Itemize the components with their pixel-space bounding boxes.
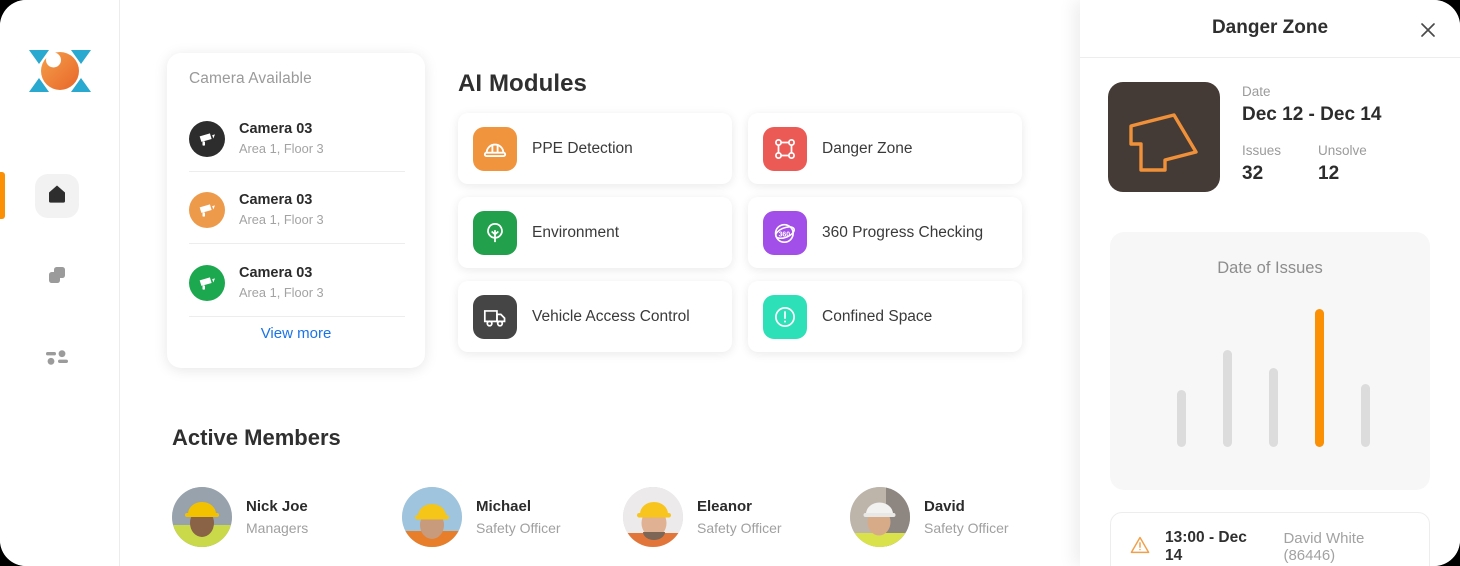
camera-panel-title: Camera Available (189, 70, 312, 87)
member-item[interactable]: Michael Safety Officer (402, 487, 561, 547)
divider (189, 171, 405, 172)
chart-bar-column (1205, 292, 1249, 447)
divider (189, 316, 405, 317)
stat-issues: Issues 32 (1242, 141, 1318, 185)
detail-stats: Date Dec 12 - Dec 14 Issues 32 Unsolve 1… (1242, 82, 1460, 185)
hardhat-icon (473, 126, 517, 171)
ai-module-card[interactable]: PPE Detection (458, 113, 732, 184)
ai-module-label: PPE Detection (532, 139, 633, 157)
issue-alert-row[interactable]: 13:00 - Dec 14 David White (86446) (1110, 512, 1430, 566)
ai-module-card[interactable]: 360 360 Progress Checking (748, 197, 1022, 268)
member-item[interactable]: Eleanor Safety Officer (623, 487, 782, 547)
camera-icon-badge (189, 265, 225, 301)
camera-location: Area 1, Floor 3 (239, 141, 324, 156)
date-label: Date (1242, 84, 1271, 99)
sidebar-item-settings[interactable] (35, 337, 79, 381)
sidebar-item-layers[interactable] (35, 255, 79, 299)
member-name: Michael (476, 497, 532, 515)
chart-bar-column (1251, 292, 1295, 447)
ai-module-label: Confined Space (822, 307, 933, 325)
zone-polygon-icon (763, 126, 807, 171)
ai-modules-title: AI Modules (458, 70, 588, 97)
home-icon (45, 182, 69, 211)
alert-time: 13:00 - Dec 14 (1165, 529, 1247, 564)
chart-bar[interactable] (1314, 309, 1324, 447)
camera-name: Camera 03 (239, 265, 313, 281)
avatar (172, 487, 232, 547)
divider (189, 243, 405, 244)
chart-plot-area: 1315161718 (1110, 292, 1430, 526)
layers-icon (45, 263, 69, 292)
date-of-issues-chart: Date of Issues 1315161718 (1110, 232, 1430, 526)
active-nav-indicator (0, 172, 5, 219)
stat-value: 32 (1242, 163, 1264, 184)
ai-module-label: Environment (532, 223, 620, 241)
avatar (402, 487, 462, 547)
ai-module-card[interactable]: Vehicle Access Control (458, 281, 732, 352)
camera-icon-badge (189, 121, 225, 157)
avatar (623, 487, 683, 547)
member-item[interactable]: David Safety Officer (850, 487, 1009, 547)
avatar (850, 487, 910, 547)
member-role: Managers (246, 519, 309, 536)
active-members-title: Active Members (172, 425, 341, 450)
camera-icon-badge (189, 192, 225, 228)
chart-bar[interactable] (1268, 368, 1278, 447)
chart-bar[interactable] (1222, 350, 1232, 447)
camera-location: Area 1, Floor 3 (239, 285, 324, 300)
360-icon: 360 (763, 210, 807, 255)
alert-person: David White (86446) (1283, 530, 1365, 564)
close-icon[interactable] (1416, 18, 1440, 42)
ai-module-label: 360 Progress Checking (822, 223, 984, 241)
camera-name: Camera 03 (239, 192, 313, 208)
sliders-icon (44, 345, 70, 374)
warning-triangle-icon (1129, 534, 1151, 561)
ai-module-label: Vehicle Access Control (532, 307, 690, 325)
member-role: Safety Officer (476, 519, 561, 536)
detail-panel-header: Danger Zone (1080, 0, 1460, 58)
truck-icon (473, 294, 517, 339)
member-name: Nick Joe (246, 497, 308, 515)
app-window: Camera Available Camera 03 Area 1, Floor… (0, 0, 1460, 566)
camera-name: Camera 03 (239, 121, 313, 137)
danger-zone-thumbnail (1108, 82, 1220, 192)
alert-circle-icon (763, 294, 807, 339)
member-role: Safety Officer (924, 519, 1009, 536)
stat-label: Unsolve (1318, 143, 1367, 158)
tree-icon (473, 210, 517, 255)
sidebar (0, 0, 120, 566)
ai-module-card[interactable]: Environment (458, 197, 732, 268)
svg-text:360: 360 (779, 231, 791, 238)
chart-bar-column (1297, 292, 1341, 447)
ai-module-label: Danger Zone (822, 139, 913, 157)
camera-available-card: Camera Available Camera 03 Area 1, Floor… (167, 53, 425, 368)
view-more-link[interactable]: View more (167, 325, 425, 342)
member-name: David (924, 497, 965, 515)
member-item[interactable]: Nick Joe Managers (172, 487, 308, 547)
camera-list-item[interactable]: Camera 03 Area 1, Floor 3 (189, 108, 405, 170)
sidebar-item-home[interactable] (35, 174, 79, 218)
stat-label: Issues (1242, 143, 1282, 158)
camera-list-item[interactable]: Camera 03 Area 1, Floor 3 (189, 179, 405, 241)
ai-module-card[interactable]: Confined Space (748, 281, 1022, 352)
member-role: Safety Officer (697, 519, 782, 536)
chart-bar[interactable] (1176, 390, 1186, 447)
main-content: Camera Available Camera 03 Area 1, Floor… (120, 0, 1080, 566)
date-value: Dec 12 - Dec 14 (1242, 104, 1382, 125)
chart-bar[interactable] (1360, 384, 1370, 447)
chart-bar-column (1159, 292, 1203, 447)
chart-bar-column (1343, 292, 1387, 447)
page-title: Danger Zone (1211, 17, 1329, 38)
stat-unsolve: Unsolve 12 (1318, 141, 1394, 185)
camera-list-item[interactable]: Camera 03 Area 1, Floor 3 (189, 252, 405, 314)
camera-location: Area 1, Floor 3 (239, 212, 324, 227)
chart-title: Date of Issues (1217, 259, 1323, 277)
stat-value: 12 (1318, 163, 1340, 184)
member-name: Eleanor (697, 497, 753, 515)
brand-logo (25, 38, 95, 104)
ai-module-card[interactable]: Danger Zone (748, 113, 1022, 184)
